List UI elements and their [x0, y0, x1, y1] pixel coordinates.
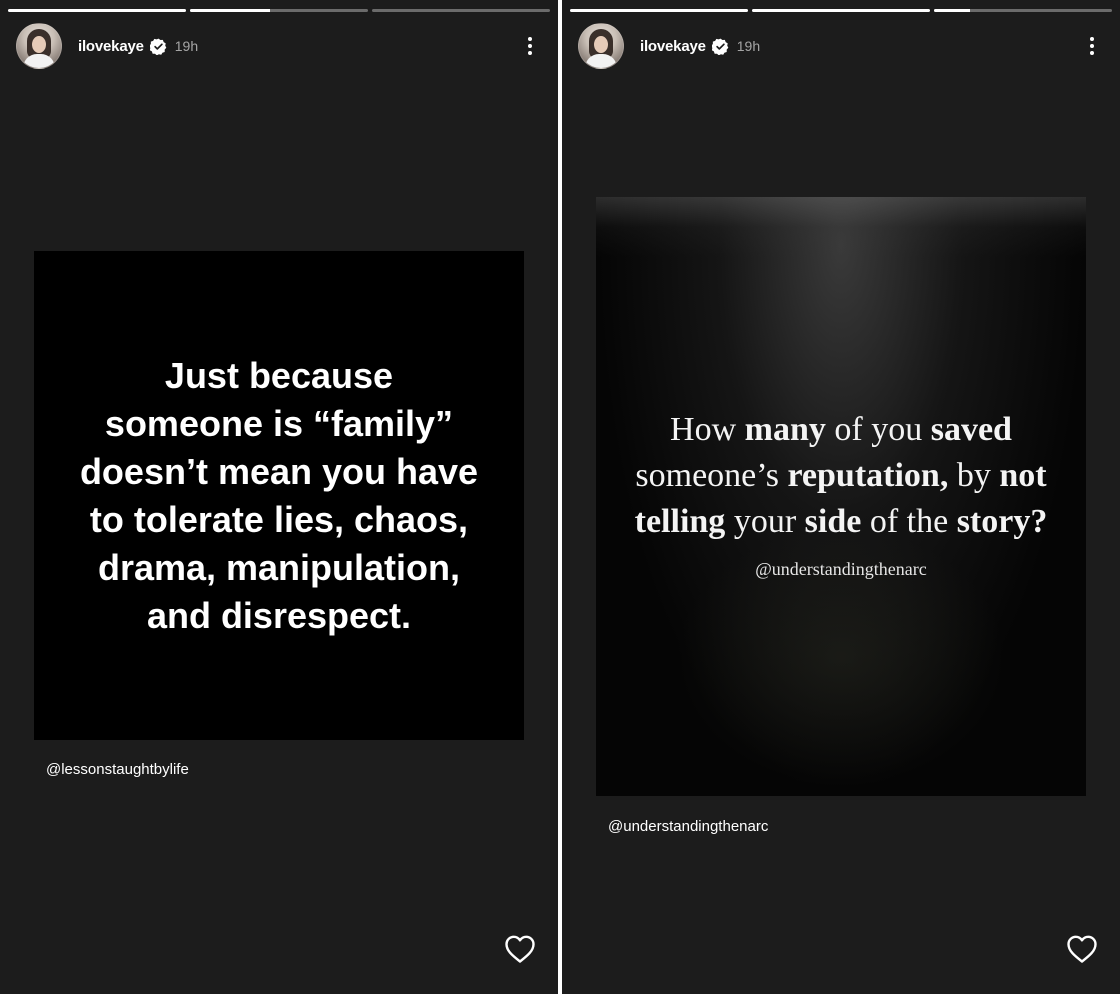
progress-segment: [934, 9, 1112, 12]
mention-sticker[interactable]: @lessonstaughtbylife: [46, 761, 189, 778]
heart-icon[interactable]: [1066, 934, 1098, 964]
story-progress-bar: [8, 9, 550, 12]
progress-segment: [190, 9, 368, 12]
story-progress-bar: [570, 9, 1112, 12]
username[interactable]: ilovekaye: [78, 38, 144, 55]
progress-segment: [8, 9, 186, 12]
quote-text: Just because someone is “family” doesn’t…: [79, 354, 479, 636]
progress-segment: [752, 9, 930, 12]
heart-icon[interactable]: [504, 934, 536, 964]
quote-author-handle: @understandingthenarc: [755, 559, 927, 579]
quote-post[interactable]: How many of you saved someone’s reputati…: [596, 197, 1086, 796]
story-panel-right[interactable]: ilovekaye 19h How many of you saved some…: [562, 0, 1120, 994]
more-vertical-icon[interactable]: [518, 31, 542, 61]
progress-segment: [372, 9, 550, 12]
username[interactable]: ilovekaye: [640, 38, 706, 55]
post-time: 19h: [736, 38, 761, 54]
more-vertical-icon[interactable]: [1080, 31, 1104, 61]
mention-sticker[interactable]: @understandingthenarc: [608, 818, 768, 835]
avatar[interactable]: [578, 23, 624, 69]
story-header: ilovekaye 19h: [578, 23, 1104, 69]
story-panel-left[interactable]: ilovekaye 19h Just because someone is “f…: [0, 0, 558, 994]
story-header: ilovekaye 19h: [16, 23, 542, 69]
avatar[interactable]: [16, 23, 62, 69]
quote-post[interactable]: Just because someone is “family” doesn’t…: [34, 251, 524, 740]
post-time: 19h: [174, 38, 199, 54]
quote-text: How many of you saved someone’s reputati…: [634, 411, 1048, 540]
verified-badge-icon: [711, 38, 729, 55]
progress-segment: [570, 9, 748, 12]
verified-badge-icon: [149, 38, 167, 55]
